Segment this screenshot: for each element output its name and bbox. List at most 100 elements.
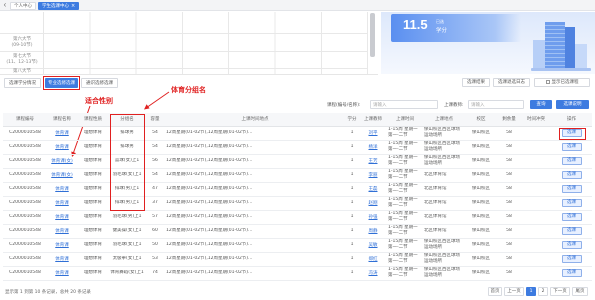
teacher-link[interactable]: 冯涛 (369, 271, 378, 276)
course-result-button[interactable]: 选课结果 (462, 78, 490, 87)
cell-schedule: 12周星期(01-02节),12周星期(01-02节)... (165, 154, 345, 169)
cell-place: 保山校区西区球场运动场所 (423, 266, 465, 281)
chevron-left-icon[interactable]: ‹ (2, 1, 8, 9)
teacher-link[interactable]: 郑红 (369, 257, 378, 262)
cell-text-group: 篮球(女)上1 (114, 158, 140, 164)
course-name-link[interactable]: 体育课(女) (51, 173, 73, 178)
course-name-link[interactable]: 体育课 (55, 201, 69, 206)
close-icon[interactable]: × (71, 3, 75, 9)
selection-log-button[interactable]: 选课退选日志 (493, 78, 530, 87)
cell-text-remain: 58 (506, 158, 512, 164)
cell-place: 保山校区西区球场运动场所 (423, 126, 465, 141)
course-name-link[interactable]: 体育课 (55, 131, 69, 136)
cell-place: 保山校区西区球场运动场所 (423, 154, 465, 169)
teacher-link[interactable]: 王芳 (369, 159, 378, 164)
select-course-button[interactable]: 选课 (561, 241, 582, 249)
course-name-link[interactable]: 体育课 (55, 215, 69, 220)
table-row: C2000010548 体育课 理想体育 排球(男)上1 47 12周星期(01-02节)… (3, 182, 592, 197)
cell-text-group: 排球男 (120, 144, 134, 150)
cell-name: 体育课 (47, 126, 77, 141)
select-course-button[interactable]: 选课 (561, 199, 582, 207)
cell-code: C2000010548 (3, 168, 47, 183)
timetable-row-divider (0, 68, 368, 69)
cell-text-schedule: 12周星期(01-02节),12周星期(01-02节)... (166, 158, 253, 164)
pagination-page-1[interactable]: 1 (526, 287, 536, 296)
tab-credit-status[interactable]: 选课学分情况 (4, 78, 41, 88)
pagination-prev[interactable]: 上一页 (504, 287, 524, 296)
teacher-link[interactable]: 刘平 (369, 131, 378, 136)
nav-tab-course-selection[interactable]: 学生选课中心 × (38, 2, 80, 10)
cell-time: 1-15周 星期一第一-二节 (387, 182, 423, 197)
select-course-button[interactable]: 选课 (561, 269, 582, 277)
teacher-link[interactable]: 李丽 (369, 173, 378, 178)
course-search-input[interactable] (370, 100, 438, 109)
cell-campus: 保山校区 (465, 224, 497, 239)
select-course-button[interactable]: 选课 (561, 213, 582, 221)
cell-text-count: 54 (152, 130, 158, 136)
course-name-link[interactable]: 体育课 (55, 257, 69, 262)
cell-action: 选课 (551, 210, 592, 225)
cell-text-count: 54 (152, 144, 158, 150)
course-name-link[interactable]: 体育课 (55, 243, 69, 248)
select-course-button[interactable]: 选课 (561, 129, 582, 137)
course-name-link[interactable]: 体育课 (55, 229, 69, 234)
select-course-button[interactable]: 选课 (561, 227, 582, 235)
selection-help-button[interactable]: 选课说明 (556, 100, 589, 109)
tab-general-elective[interactable]: 通识选修选课 (81, 78, 118, 88)
teacher-link[interactable]: 赵刚 (369, 201, 378, 206)
cell-name: 体育课 (47, 196, 77, 211)
cell-group: 羽毛球(女)上1 (109, 238, 145, 253)
teacher-link[interactable]: 王磊 (369, 187, 378, 192)
teacher-link[interactable]: 吴敏 (369, 243, 378, 248)
select-course-button[interactable]: 选课 (561, 143, 582, 151)
teacher-link[interactable]: 杨洋 (369, 145, 378, 150)
cell-name: 体育课 (47, 182, 77, 197)
pagination-page-2[interactable]: 2 (538, 287, 548, 296)
cell-conflict (521, 238, 551, 253)
cell-name: 体育课(女) (47, 154, 77, 169)
cell-text-code: C2000010548 (9, 172, 41, 178)
button-label: 选课结果 (467, 80, 485, 85)
nav-tab-personal-center[interactable]: 个人中心 (10, 2, 36, 10)
cell-schedule: 12周星期(01-02节),12周星期(01-02节)... (165, 252, 345, 267)
cell-nature: 理想体育 (77, 238, 109, 253)
cell-credit: 1 (345, 196, 359, 211)
search-button[interactable]: 查询 (530, 100, 552, 109)
cell-group: 太极拳(女)上1 (109, 252, 145, 267)
cell-text-remain: 58 (506, 200, 512, 206)
cell-conflict (521, 182, 551, 197)
select-course-button[interactable]: 选课 (561, 255, 582, 263)
pagination-next[interactable]: 下一页 (550, 287, 570, 296)
cell-text-code: C2000010548 (9, 270, 41, 276)
cell-text-nature: 理想体育 (84, 186, 102, 192)
pagination-first[interactable]: 首页 (488, 287, 502, 296)
course-name-link[interactable]: 体育课(女) (51, 159, 73, 164)
course-name-link[interactable]: 体育课 (55, 271, 69, 276)
cell-schedule: 12周星期(01-02节),12周星期(01-02节)... (165, 168, 345, 183)
cell-credit: 1 (345, 182, 359, 197)
cell-text-campus: 保山校区 (472, 200, 490, 206)
course-name-link[interactable]: 体育课 (55, 145, 69, 150)
cell-group: 羽毛球(男)上1 (109, 210, 145, 225)
pagination-last[interactable]: 尾页 (572, 287, 588, 296)
select-course-button[interactable]: 选课 (561, 171, 582, 179)
select-course-button[interactable]: 选课 (561, 157, 582, 165)
cell-count: 60 (145, 224, 165, 239)
show-selected-toggle[interactable]: 显示已选课程 (534, 78, 590, 87)
teacher-search-input[interactable] (468, 100, 524, 109)
select-course-button[interactable]: 选课 (561, 185, 582, 193)
cell-text-group: 太极拳(女)上1 (112, 256, 142, 262)
period-range: (09-10节) (11, 43, 33, 48)
cell-text-nature: 理想体育 (84, 270, 102, 276)
cell-place: 北区体育馆 (423, 210, 465, 225)
cell-teacher: 冯涛 (359, 266, 387, 281)
cell-credit: 1 (345, 252, 359, 267)
checkbox[interactable] (545, 79, 550, 84)
course-name-link[interactable]: 体育课 (55, 187, 69, 192)
cell-count: 74 (145, 266, 165, 281)
teacher-link[interactable]: 孙强 (369, 215, 378, 220)
timetable-scrollbar[interactable] (370, 13, 375, 57)
cell-text-nature: 理想体育 (84, 256, 102, 262)
teacher-link[interactable]: 周静 (369, 229, 378, 234)
tab-major-elective[interactable]: 专业选修选课 (45, 78, 78, 88)
